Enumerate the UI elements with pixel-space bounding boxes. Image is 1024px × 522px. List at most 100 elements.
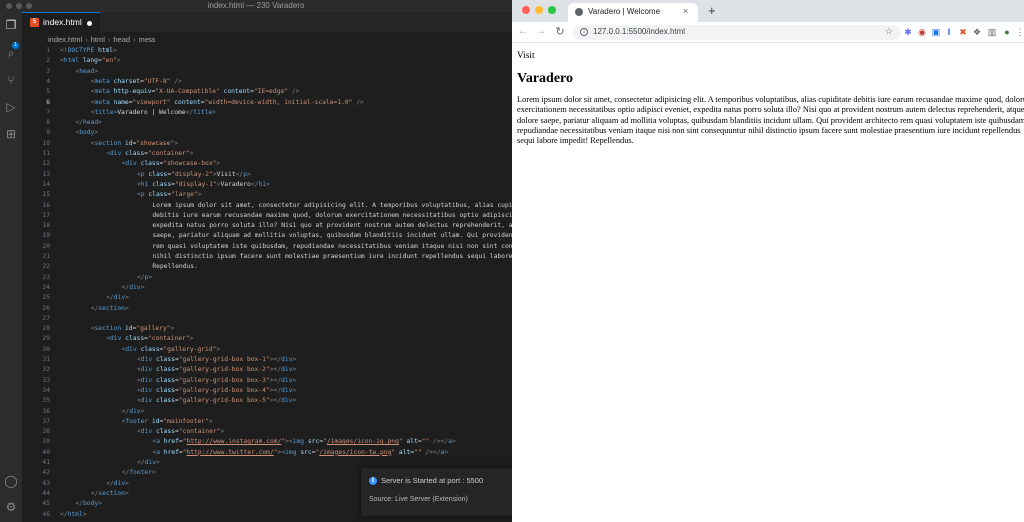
code-line[interactable]: 37 <footer id="mainfooter"> (22, 417, 512, 427)
window-minimize-button[interactable] (535, 6, 543, 14)
code-line[interactable]: 22 Repellendus. (22, 262, 512, 272)
extension-icon[interactable]: ◉ (917, 27, 927, 37)
breadcrumb-item-head[interactable]: head (113, 35, 130, 44)
code-line[interactable]: 27 (22, 314, 512, 324)
code-line[interactable]: 20 rem quasi voluptatem iste quibusdam, r… (22, 242, 512, 252)
more-menu-icon[interactable]: ⋮ (1015, 27, 1024, 37)
address-bar[interactable]: i 127.0.0.1:5500/index.html ☆ (573, 25, 901, 40)
tab-index-html[interactable]: 5 index.html (22, 12, 100, 32)
code-line[interactable]: 32 <div class="gallery-grid-box box-2"></… (22, 365, 512, 375)
code-line[interactable]: 38 <div class="container"> (22, 427, 512, 437)
code-text: </head> (75, 119, 102, 127)
code-line[interactable]: 29 <div class="container"> (22, 334, 512, 344)
back-button[interactable]: ← (517, 25, 529, 37)
search-icon[interactable]: ⌕ (4, 46, 18, 60)
line-number: 35 (42, 397, 50, 405)
code-line[interactable]: 14 <h1 class="display-1">Varadero</h1> (22, 180, 512, 190)
notification-source: Source: Live Server (Extension) (369, 496, 468, 503)
code-line[interactable]: 41 </div> (22, 458, 512, 468)
code-line[interactable]: 10 <section id="showcase"> (22, 139, 512, 149)
close-icon[interactable]: × (683, 6, 688, 16)
account-icon[interactable]: ◯ (4, 474, 18, 488)
breadcrumb-item-html[interactable]: html (91, 35, 105, 44)
window-zoom-button[interactable] (548, 6, 556, 14)
code-line[interactable]: 15 <p class="large"> (22, 190, 512, 200)
source-control-icon[interactable]: ⑂ (4, 73, 18, 87)
code-text: <section id="gallery"> (90, 325, 175, 333)
chevron-right-icon: › (85, 35, 88, 44)
code-line[interactable]: 7 <title>Varadero | Welcome</title> (22, 108, 512, 118)
code-line[interactable]: 31 <div class="gallery-grid-box box-1"></… (22, 355, 512, 365)
line-number: 41 (42, 459, 50, 466)
code-line[interactable]: 26 </section> (22, 304, 512, 314)
run-debug-icon[interactable]: ▷ (4, 100, 18, 114)
line-number: 6 (46, 98, 50, 106)
code-line[interactable]: 11 <div class="container"> (22, 149, 512, 159)
info-icon[interactable]: i (580, 28, 588, 36)
code-line[interactable]: 4 <meta charset="UTF-8" /> (22, 77, 512, 87)
new-tab-button[interactable]: + (708, 3, 716, 18)
sidebar-icon[interactable]: ▥ (987, 27, 997, 37)
code-line[interactable]: 23 </p> (22, 273, 512, 283)
code-line[interactable]: 35 <div class="gallery-grid-box box-5"></… (22, 396, 512, 406)
extension-icon[interactable]: ‖ (944, 27, 954, 37)
bookmark-star-icon[interactable]: ☆ (885, 26, 893, 37)
code-line[interactable]: 13 <p class="display-2">Visit</p> (22, 170, 512, 180)
forward-button[interactable]: → (535, 25, 547, 37)
code-text: <a href="http://www.instagram.com/"><img… (152, 438, 456, 446)
code-line[interactable]: 6 <meta name="viewport" content="width=de… (22, 98, 512, 108)
line-number: 36 (42, 407, 50, 415)
extension-icon[interactable]: ▣ (931, 27, 941, 37)
line-number: 38 (42, 428, 50, 436)
code-line[interactable]: 18 expedita natus porro soluta illo? Nisi… (22, 221, 512, 231)
code-line[interactable]: 1 <!DOCTYPE html> (22, 46, 512, 56)
unsaved-dot-icon[interactable] (87, 21, 92, 26)
notification-toast[interactable]: i Server is Started at port : 5500 Sourc… (361, 468, 512, 516)
code-line[interactable]: 9 <body> (22, 128, 512, 138)
puzzle-icon[interactable]: ❖ (972, 27, 982, 37)
settings-gear-icon[interactable]: ⚙ (4, 500, 18, 514)
code-line[interactable]: 16 Lorem ipsum dolor sit amet, consectetu… (22, 201, 512, 211)
vscode-titlebar: index.html — 230 Varadero (0, 0, 512, 12)
code-text: saepe, pariatur aliquam ad mollitia volu… (152, 232, 512, 240)
breadcrumb-item-file[interactable]: index.html (48, 35, 82, 44)
extension-icon[interactable]: ✱ (903, 27, 913, 37)
page-heading: Varadero (517, 71, 573, 86)
code-line[interactable]: 24 </div> (22, 283, 512, 293)
code-line[interactable]: 39 <a href="http://www.instagram.com/"><i… (22, 437, 512, 447)
line-number: 10 (42, 139, 50, 147)
line-number: 26 (42, 304, 50, 312)
code-text: <div class="container"> (106, 335, 194, 343)
code-text: </section> (90, 304, 129, 312)
code-line[interactable]: 40 <a href="http://www.twitter.com/"><img… (22, 448, 512, 458)
code-line[interactable]: 12 <div class="showcase-box"> (22, 159, 512, 169)
profile-icon[interactable]: ● (1002, 27, 1012, 37)
code-line[interactable]: 2 <html lang="en"> (22, 56, 512, 66)
page-visit-text: Visit (517, 51, 535, 61)
code-line[interactable]: 8 </head> (22, 118, 512, 128)
code-line[interactable]: 28 <section id="gallery"> (22, 324, 512, 334)
explorer-icon[interactable]: ❐ (4, 18, 18, 32)
extension-icon[interactable]: ✖ (958, 27, 968, 37)
code-line[interactable]: 17 debitis iure earum recusandae maxime q… (22, 211, 512, 221)
code-line[interactable]: 33 <div class="gallery-grid-box box-3"></… (22, 376, 512, 386)
browser-tab[interactable]: Varadero | Welcome × (568, 3, 698, 22)
code-line[interactable]: 3 <head> (22, 67, 512, 77)
url-text[interactable]: 127.0.0.1:5500/index.html (593, 27, 685, 36)
code-line[interactable]: 21 nihil distinctio ipsum facere sunt mol… (22, 252, 512, 262)
activity-bar: ❐ 1 ⌕ ⑂ ▷ ⊞ ◯ ⚙ (0, 12, 22, 522)
code-line[interactable]: 30 <div class="gallery-grid"> (22, 345, 512, 355)
code-line[interactable]: 36 </div> (22, 407, 512, 417)
line-number: 19 (42, 232, 50, 240)
reload-button[interactable]: ↻ (554, 25, 566, 38)
code-text: </html> (60, 510, 87, 518)
code-editor[interactable]: 1 <!DOCTYPE html> 2 <html lang="en"> 3 <head>… (22, 46, 512, 522)
code-line[interactable]: 25 </div> (22, 293, 512, 303)
breadcrumb-item-meta[interactable]: meta (139, 35, 156, 44)
code-line[interactable]: 19 saepe, pariatur aliquam ad mollitia vo… (22, 231, 512, 241)
extensions-icon[interactable]: ⊞ (4, 127, 18, 141)
line-number: 15 (42, 191, 50, 199)
window-close-button[interactable] (522, 6, 530, 14)
code-line[interactable]: 5 <meta http-equiv="X-UA-Compatible" cont… (22, 87, 512, 97)
code-line[interactable]: 34 <div class="gallery-grid-box box-4"></… (22, 386, 512, 396)
